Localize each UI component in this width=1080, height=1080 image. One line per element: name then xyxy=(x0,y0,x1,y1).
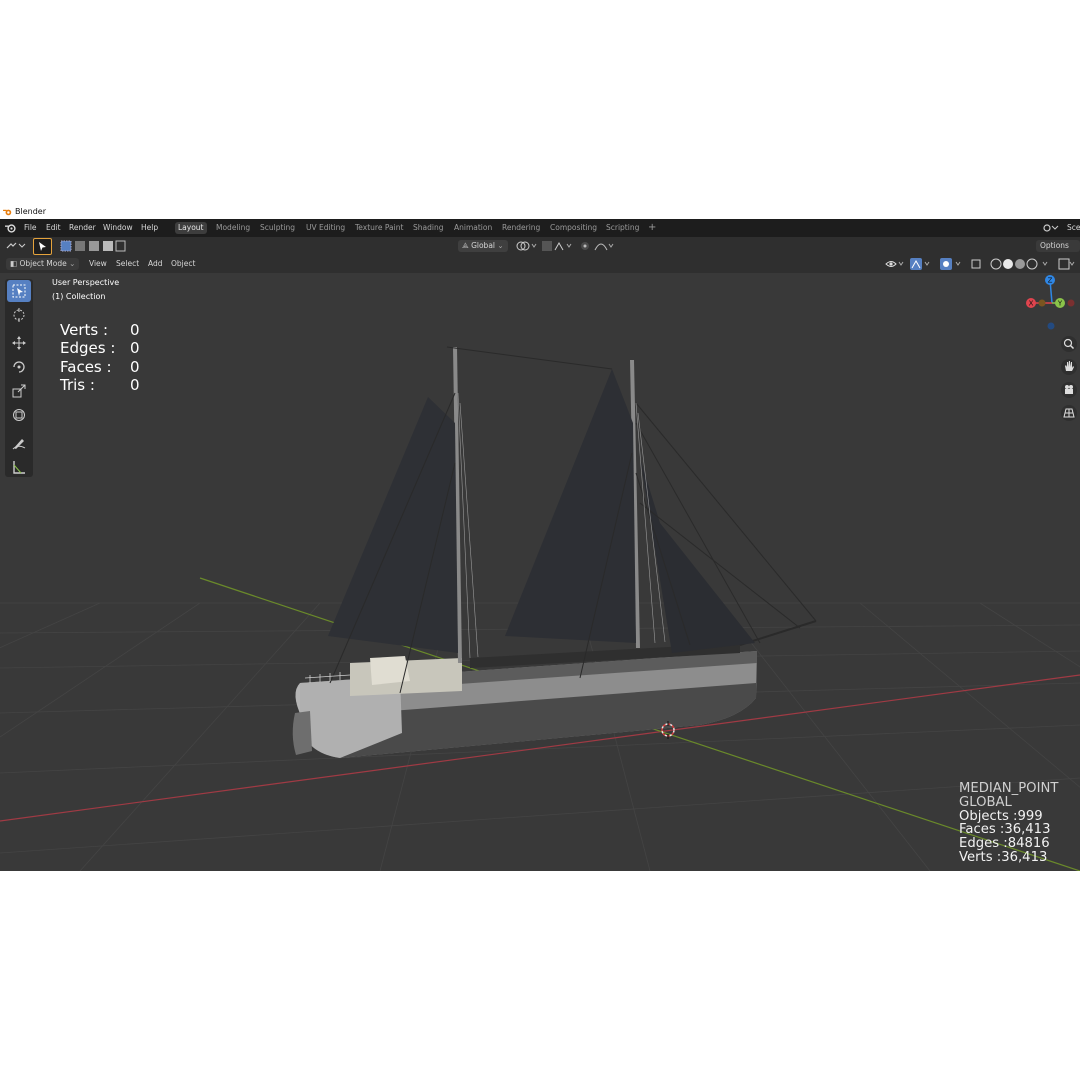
tool-select-box[interactable] xyxy=(7,280,31,302)
menu-render[interactable]: Render xyxy=(69,219,96,237)
scale-icon xyxy=(12,384,26,398)
blender-logo-icon[interactable] xyxy=(5,223,16,233)
tool-cursor[interactable] xyxy=(7,304,31,326)
gizmo-y-label: Y xyxy=(1057,300,1063,308)
faces-count: Faces :36,413 xyxy=(959,822,1051,838)
3d-viewport[interactable]: User Perspective (1) Collection Verts :0… xyxy=(0,273,1080,871)
tab-shading[interactable]: Shading xyxy=(410,222,446,234)
select-tool-button[interactable] xyxy=(33,238,52,255)
scene-name[interactable]: Sce xyxy=(1067,219,1080,237)
cursor-arrow-icon xyxy=(39,242,46,251)
toolbox xyxy=(5,279,33,477)
menu-file[interactable]: File xyxy=(24,219,37,237)
gizmo-x-label: X xyxy=(1029,300,1034,308)
edges-count: Edges :84816 xyxy=(959,836,1050,852)
window-titlebar: Blender xyxy=(0,205,1080,219)
tool-transform[interactable] xyxy=(7,404,31,426)
blender-logo-icon xyxy=(3,209,12,216)
viewport-scene xyxy=(0,346,1080,871)
tab-texture-paint[interactable]: Texture Paint xyxy=(352,222,406,234)
scene-stats-overlay: MEDIAN_POINT GLOBAL Objects :999 Faces :… xyxy=(959,782,1058,865)
annotate-icon xyxy=(12,439,26,450)
stat-edges: Edges :0 xyxy=(60,339,140,358)
transform-orientation-dropdown[interactable]: ⟁ Global ⌄ xyxy=(458,240,508,252)
move-icon xyxy=(12,336,26,350)
stat-tris: Tris :0 xyxy=(60,376,140,395)
tab-rendering[interactable]: Rendering xyxy=(499,222,543,234)
rotate-icon xyxy=(13,361,25,373)
mesh-stats-overlay: Verts :0 Edges :0 Faces :0 Tris :0 xyxy=(60,321,160,395)
options-dropdown[interactable]: Options ⌄ xyxy=(1036,240,1080,262)
tab-layout[interactable]: Layout xyxy=(175,222,207,234)
hand-pan-icon[interactable] xyxy=(1060,358,1078,376)
zoom-icon[interactable] xyxy=(1060,335,1078,353)
selection-mode-icons[interactable] xyxy=(60,240,126,252)
header-menu-object[interactable]: Object xyxy=(171,258,195,270)
tool-settings-bar: ⟁ Global ⌄ Options ⌄ xyxy=(0,237,1080,262)
collection-label: (1) Collection xyxy=(52,292,106,301)
grid-icon[interactable] xyxy=(1060,404,1078,422)
measure-icon xyxy=(13,461,25,474)
tab-uv-editing[interactable]: UV Editing xyxy=(303,222,348,234)
mode-dropdown[interactable]: ◧ Object Mode ⌄ xyxy=(6,258,80,270)
editor-type-icon[interactable] xyxy=(6,241,26,251)
mode-value: Object Mode xyxy=(19,259,67,268)
header-menu-select[interactable]: Select xyxy=(116,258,139,270)
orientation-icon: ⟁ xyxy=(462,241,472,250)
top-menu-bar: File Edit Render Window Help Layout Mode… xyxy=(0,219,1080,237)
stat-faces: Faces :0 xyxy=(60,357,140,376)
tool-scale[interactable] xyxy=(7,380,31,402)
pivot-point-label: MEDIAN_POINT xyxy=(959,781,1059,796)
tool-move[interactable] xyxy=(7,332,31,354)
viewport-header: ◧ Object Mode ⌄ View Select Add Object xyxy=(0,255,1080,273)
blender-screen: File Edit Render Window Help Layout Mode… xyxy=(0,219,1080,871)
camera-icon[interactable] xyxy=(1060,381,1078,399)
tab-modeling[interactable]: Modeling xyxy=(213,222,253,234)
options-label: Options xyxy=(1040,241,1069,250)
add-workspace-button[interactable]: + xyxy=(645,222,659,234)
tool-annotate[interactable] xyxy=(7,432,31,454)
tab-scripting[interactable]: Scripting xyxy=(603,222,642,234)
menu-window[interactable]: Window xyxy=(103,219,133,237)
transform-icon xyxy=(13,409,25,421)
ship-model xyxy=(292,346,817,758)
verts-count: Verts :36,413 xyxy=(959,849,1048,865)
snapping-proportional-icons[interactable] xyxy=(515,240,615,252)
scene-icon[interactable] xyxy=(1043,223,1061,233)
navigation-gizmo[interactable]: Z X Y xyxy=(1022,273,1080,335)
window-title: Blender xyxy=(15,207,46,216)
tab-compositing[interactable]: Compositing xyxy=(547,222,600,234)
tab-animation[interactable]: Animation xyxy=(451,222,495,234)
tool-rotate[interactable] xyxy=(7,356,31,378)
gizmo-z-label: Z xyxy=(1048,277,1053,285)
orientation-label: GLOBAL xyxy=(959,794,1012,810)
stat-verts: Verts :0 xyxy=(60,321,140,339)
tool-measure[interactable] xyxy=(7,456,31,478)
cursor-icon xyxy=(13,308,25,322)
viewport-shading-icons[interactable] xyxy=(884,258,1076,270)
header-menu-view[interactable]: View xyxy=(89,258,107,270)
objects-count: Objects :999 xyxy=(959,808,1043,824)
chevron-down-icon: ⌄ xyxy=(495,241,504,250)
header-menu-add[interactable]: Add xyxy=(148,258,163,270)
transform-orientation-value: Global xyxy=(471,241,496,250)
perspective-label: User Perspective xyxy=(52,278,120,287)
menu-edit[interactable]: Edit xyxy=(46,219,61,237)
tab-sculpting[interactable]: Sculpting xyxy=(257,222,298,234)
chevron-down-icon: ⌄ xyxy=(66,259,76,268)
select-box-icon xyxy=(12,284,26,298)
menu-help[interactable]: Help xyxy=(141,219,158,237)
